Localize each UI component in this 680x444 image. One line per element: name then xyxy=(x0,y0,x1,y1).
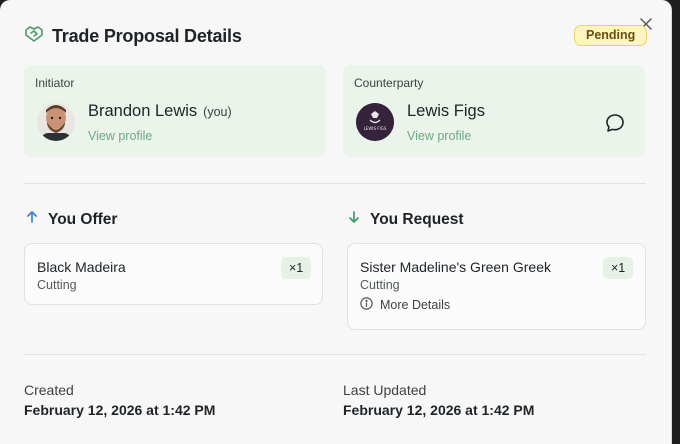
arrow-down-icon xyxy=(347,210,370,229)
initiator-card: Initiator Brandon Lewis (you) View profil… xyxy=(24,65,326,157)
offer-item-name: Black Madeira xyxy=(37,259,126,275)
more-details-link[interactable]: More Details xyxy=(360,297,450,313)
arrow-up-icon xyxy=(25,210,48,229)
offer-heading: You Offer xyxy=(48,210,118,228)
counterparty-avatar: LEWIS FIGS xyxy=(356,103,394,141)
counterparty-avatar-text: LEWIS FIGS xyxy=(364,126,387,131)
request-item-name: Sister Madeline's Green Greek xyxy=(360,259,551,275)
trade-proposal-dialog: Trade Proposal Details Pending Initiator… xyxy=(0,0,672,444)
divider xyxy=(24,354,646,355)
initiator-name-text: Brandon Lewis xyxy=(88,102,198,120)
created-label: Created xyxy=(24,382,74,398)
request-item-card[interactable]: Sister Madeline's Green Greek Cutting ×1… xyxy=(347,243,646,330)
counterparty-name: Lewis Figs xyxy=(407,102,485,120)
last-updated-label: Last Updated xyxy=(343,382,427,398)
request-heading: You Request xyxy=(370,210,464,228)
offer-section-title: You Offer xyxy=(25,210,117,229)
offer-item-quantity: ×1 xyxy=(281,257,312,279)
initiator-name: Brandon Lewis (you) xyxy=(88,102,232,121)
request-item-quantity: ×1 xyxy=(603,257,634,279)
initiator-avatar xyxy=(37,103,75,141)
you-tag: (you) xyxy=(203,105,232,119)
offer-item-card[interactable]: Black Madeira Cutting ×1 xyxy=(24,243,323,305)
counterparty-card: Counterparty LEWIS FIGS Lewis Figs View … xyxy=(343,65,645,157)
status-badge: Pending xyxy=(574,25,648,46)
initiator-role-label: Initiator xyxy=(35,76,75,90)
request-item-type: Cutting xyxy=(360,278,400,292)
counterparty-view-profile-link[interactable]: View profile xyxy=(407,129,471,143)
last-updated-value: February 12, 2026 at 1:42 PM xyxy=(343,402,535,418)
message-icon[interactable] xyxy=(604,112,626,134)
request-section-title: You Request xyxy=(347,210,464,229)
divider xyxy=(24,183,646,184)
initiator-view-profile-link[interactable]: View profile xyxy=(88,129,152,143)
created-value: February 12, 2026 at 1:42 PM xyxy=(24,402,216,418)
more-details-label: More Details xyxy=(380,298,451,312)
offer-item-type: Cutting xyxy=(37,278,77,292)
handshake-icon xyxy=(24,24,44,49)
counterparty-role-label: Counterparty xyxy=(354,76,424,90)
info-icon xyxy=(360,297,380,313)
dialog-header: Trade Proposal Details xyxy=(24,24,242,49)
dialog-title: Trade Proposal Details xyxy=(52,26,242,46)
